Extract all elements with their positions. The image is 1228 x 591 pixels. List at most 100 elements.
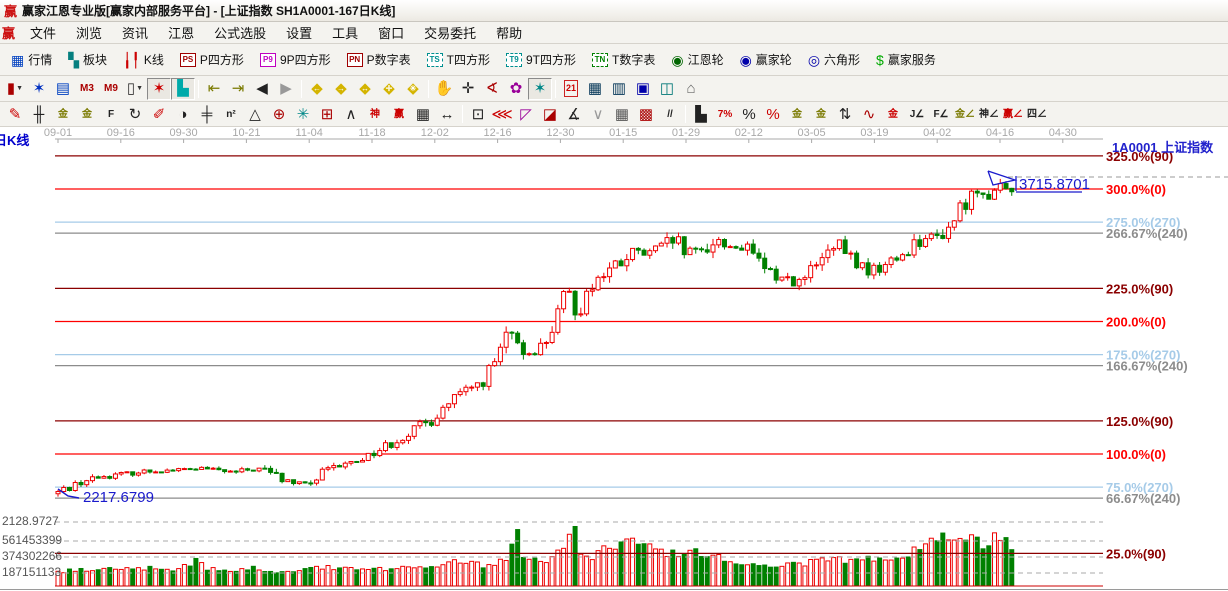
ma9-icon[interactable]: M9 — [99, 78, 123, 100]
n2-icon[interactable]: n² — [219, 103, 243, 125]
si-angle-icon[interactable]: 四∠ — [1025, 103, 1049, 125]
menu-item-7[interactable]: 窗口 — [368, 21, 414, 44]
zone-whirl-icon[interactable]: ✶ — [27, 78, 51, 100]
fan-lines-icon[interactable]: ⋘ — [490, 103, 514, 125]
t-table-button[interactable]: TNT数字表 — [584, 47, 663, 73]
percent-icon[interactable]: % — [737, 103, 761, 125]
grid-red-icon[interactable]: ▩ — [634, 103, 658, 125]
diamond-expand-icon[interactable]: ◆↔ — [353, 78, 377, 100]
gold-underline-icon[interactable]: 金 — [881, 103, 905, 125]
diamond-star-icon[interactable]: ◆✳ — [401, 78, 425, 100]
gold-line-icon[interactable]: 金 — [809, 103, 833, 125]
parallel-icon[interactable]: // — [658, 103, 682, 125]
calendar-icon[interactable]: 21 — [559, 78, 583, 100]
width-arrows-icon[interactable]: ↔ — [435, 103, 459, 125]
circle-cross-icon[interactable]: ⊕ — [267, 103, 291, 125]
f-angle-icon[interactable]: F∠ — [929, 103, 953, 125]
winner-service-button[interactable]: $赢家服务 — [868, 47, 944, 73]
calculator-icon[interactable]: ▦ — [583, 78, 607, 100]
info-board-icon[interactable]: ▤ — [51, 78, 75, 100]
diamond-right-icon[interactable]: ◆→ — [329, 78, 353, 100]
grid-icon[interactable]: ▦ — [610, 103, 634, 125]
candle-brush-icon[interactable]: ⇅ — [833, 103, 857, 125]
menu-item-1[interactable]: 浏览 — [66, 21, 112, 44]
gold-angle-icon[interactable]: 金∠ — [953, 103, 977, 125]
hexagon-button[interactable]: ◎六角形 — [800, 47, 868, 73]
hand-icon[interactable]: ✋ — [432, 78, 456, 100]
workstation-icon[interactable]: ⌂ — [679, 78, 703, 100]
angle-marks-icon[interactable]: ∧ — [339, 103, 363, 125]
quotes-button[interactable]: ▦行情 — [3, 47, 60, 73]
crosshair-icon[interactable]: ✛ — [456, 78, 480, 100]
square-target-icon[interactable]: ⊞ — [315, 103, 339, 125]
multi-chart-icon[interactable]: ▙ — [171, 78, 195, 100]
grid123-icon[interactable]: ▦ — [411, 103, 435, 125]
next-icon[interactable]: ▶ — [274, 78, 298, 100]
angle-lines-icon[interactable]: ∡ — [562, 103, 586, 125]
sectors-button[interactable]: ▚板块 — [60, 47, 115, 73]
menu-item-2[interactable]: 资讯 — [112, 21, 158, 44]
ruler2-icon[interactable]: ╪ — [195, 103, 219, 125]
export-icon[interactable]: ◫ — [655, 78, 679, 100]
gold-grid-icon[interactable]: 金 — [51, 103, 75, 125]
volume-bar — [435, 567, 439, 586]
last-page-icon[interactable]: ⇥ — [226, 78, 250, 100]
fan-box-icon[interactable]: ◸ — [514, 103, 538, 125]
tick-ruler-icon[interactable]: ╫ — [27, 103, 51, 125]
chart-area[interactable]: 09-0109-1609-3010-2111-0411-1812-0212-16… — [0, 127, 1228, 590]
candle-style-icon[interactable]: ▯▼ — [123, 78, 147, 100]
spiral-icon[interactable]: ↻ — [123, 103, 147, 125]
angle-percent-icon[interactable]: 7% — [713, 103, 737, 125]
winner-wheel-button[interactable]: ◉赢家轮 — [732, 47, 800, 73]
kline-button[interactable]: ╽╿K线 — [115, 47, 172, 73]
box-select-icon[interactable]: ⊡ — [466, 103, 490, 125]
diamond-collapse-icon[interactable]: ◆✛ — [377, 78, 401, 100]
menu-item-6[interactable]: 工具 — [322, 21, 368, 44]
stats-bars-icon[interactable]: ▙ — [689, 103, 713, 125]
t-square-button[interactable]: TST四方形 — [419, 47, 498, 73]
wave-icon[interactable]: ∿ — [857, 103, 881, 125]
p-table-button[interactable]: PNP数字表 — [339, 47, 419, 73]
toolbar-divider — [198, 80, 199, 98]
target-dots-icon[interactable]: ✳ — [291, 103, 315, 125]
menu-item-8[interactable]: 交易委托 — [414, 21, 486, 44]
percent-line-icon[interactable]: % — [761, 103, 785, 125]
gann-flower-icon[interactable]: ✿ — [504, 78, 528, 100]
p-square-button[interactable]: PSP四方形 — [172, 47, 252, 73]
check-lines-icon[interactable]: ∨ — [586, 103, 610, 125]
ying-angle-icon[interactable]: 赢∠ — [1001, 103, 1025, 125]
p9-square-button[interactable]: P99P四方形 — [252, 47, 339, 73]
shen-angle-icon[interactable]: 神∠ — [977, 103, 1001, 125]
shen-tool-icon[interactable]: 神 — [363, 103, 387, 125]
save-icon[interactable]: ▣ — [631, 78, 655, 100]
red-whirl-icon[interactable]: ✶ — [147, 78, 171, 100]
gold-circle-icon[interactable]: 金 — [785, 103, 809, 125]
gann-wheel-button[interactable]: ◉江恩轮 — [663, 47, 731, 73]
menu-item-0[interactable]: 文件 — [20, 21, 66, 44]
prev-icon[interactable]: ◀ — [250, 78, 274, 100]
notes-icon[interactable]: ▥ — [607, 78, 631, 100]
menu-item-4[interactable]: 公式选股 — [204, 21, 276, 44]
angle-measure-icon[interactable]: ∢ — [480, 78, 504, 100]
diamond-left-icon[interactable]: ◆← — [305, 78, 329, 100]
kline-style-icon[interactable]: ▮▼ — [3, 78, 27, 100]
brush-icon[interactable]: ✎ — [3, 103, 27, 125]
first-page-icon[interactable]: ⇤ — [202, 78, 226, 100]
volume-bar — [269, 571, 273, 586]
flag-icon[interactable]: △ — [243, 103, 267, 125]
square-diag-icon[interactable]: ◪ — [538, 103, 562, 125]
menu-item-5[interactable]: 设置 — [276, 21, 322, 44]
ma3-icon[interactable]: M3 — [75, 78, 99, 100]
teal-whirl-icon[interactable]: ✶ — [528, 78, 552, 100]
brush2-icon[interactable]: ✐ — [147, 103, 171, 125]
clock-circle-icon[interactable]: ◑ — [171, 103, 195, 125]
volume-bar — [654, 549, 658, 586]
menu-item-3[interactable]: 江恩 — [158, 21, 204, 44]
menu-item-9[interactable]: 帮助 — [486, 21, 532, 44]
j-angle-icon[interactable]: J∠ — [905, 103, 929, 125]
gold-grid2-icon[interactable]: 金 — [75, 103, 99, 125]
ying-tool-icon[interactable]: 赢 — [387, 103, 411, 125]
fib-f-icon[interactable]: F — [99, 103, 123, 125]
t9-square-button[interactable]: T99T四方形 — [498, 47, 584, 73]
kline-chart[interactable]: 09-0109-1609-3010-2111-0411-1812-0212-16… — [0, 127, 1228, 590]
